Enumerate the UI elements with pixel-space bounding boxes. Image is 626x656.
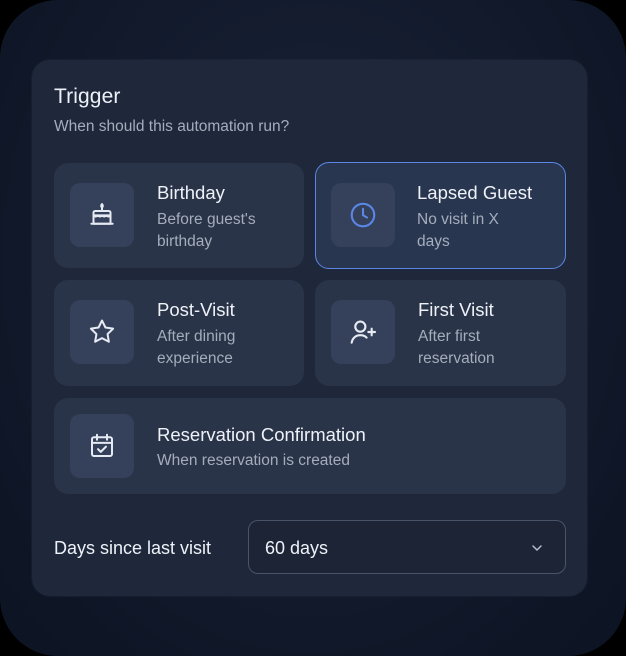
star-icon bbox=[70, 300, 134, 364]
clock-icon bbox=[331, 183, 395, 247]
chevron-down-icon bbox=[529, 540, 545, 561]
trigger-option-post-visit[interactable]: Post-Visit After dining experience bbox=[54, 280, 304, 386]
trigger-option-lapsed-guest[interactable]: Lapsed Guest No visit in X days bbox=[315, 162, 566, 269]
option-description: When reservation is created bbox=[157, 452, 350, 469]
option-title: Post-Visit bbox=[157, 299, 235, 320]
option-description: No visit in X days bbox=[417, 211, 499, 250]
option-title: First Visit bbox=[418, 299, 494, 320]
user-plus-icon bbox=[331, 300, 395, 364]
panel-title: Trigger bbox=[54, 85, 121, 108]
select-value: 60 days bbox=[265, 538, 329, 558]
trigger-panel: Trigger When should this automation run?… bbox=[32, 60, 587, 596]
option-description: After dining experience bbox=[157, 328, 236, 367]
calendar-check-icon bbox=[70, 414, 134, 478]
days-since-last-visit-label: Days since last visit bbox=[54, 538, 212, 558]
days-since-last-visit-select[interactable]: 60 days bbox=[248, 520, 566, 574]
option-description: Before guest's birthday bbox=[157, 211, 256, 250]
trigger-option-reservation-confirmation[interactable]: Reservation Confirmation When reservatio… bbox=[54, 398, 566, 494]
cake-icon bbox=[70, 183, 134, 247]
option-description: After first reservation bbox=[418, 328, 495, 367]
option-title: Lapsed Guest bbox=[417, 182, 533, 203]
trigger-option-birthday[interactable]: Birthday Before guest's birthday bbox=[54, 163, 304, 268]
trigger-option-first-visit[interactable]: First Visit After first reservation bbox=[315, 280, 566, 386]
app-frame: Trigger When should this automation run?… bbox=[0, 0, 626, 656]
panel-subtitle: When should this automation run? bbox=[54, 118, 290, 135]
option-title: Birthday bbox=[157, 182, 225, 203]
option-title: Reservation Confirmation bbox=[157, 424, 366, 445]
